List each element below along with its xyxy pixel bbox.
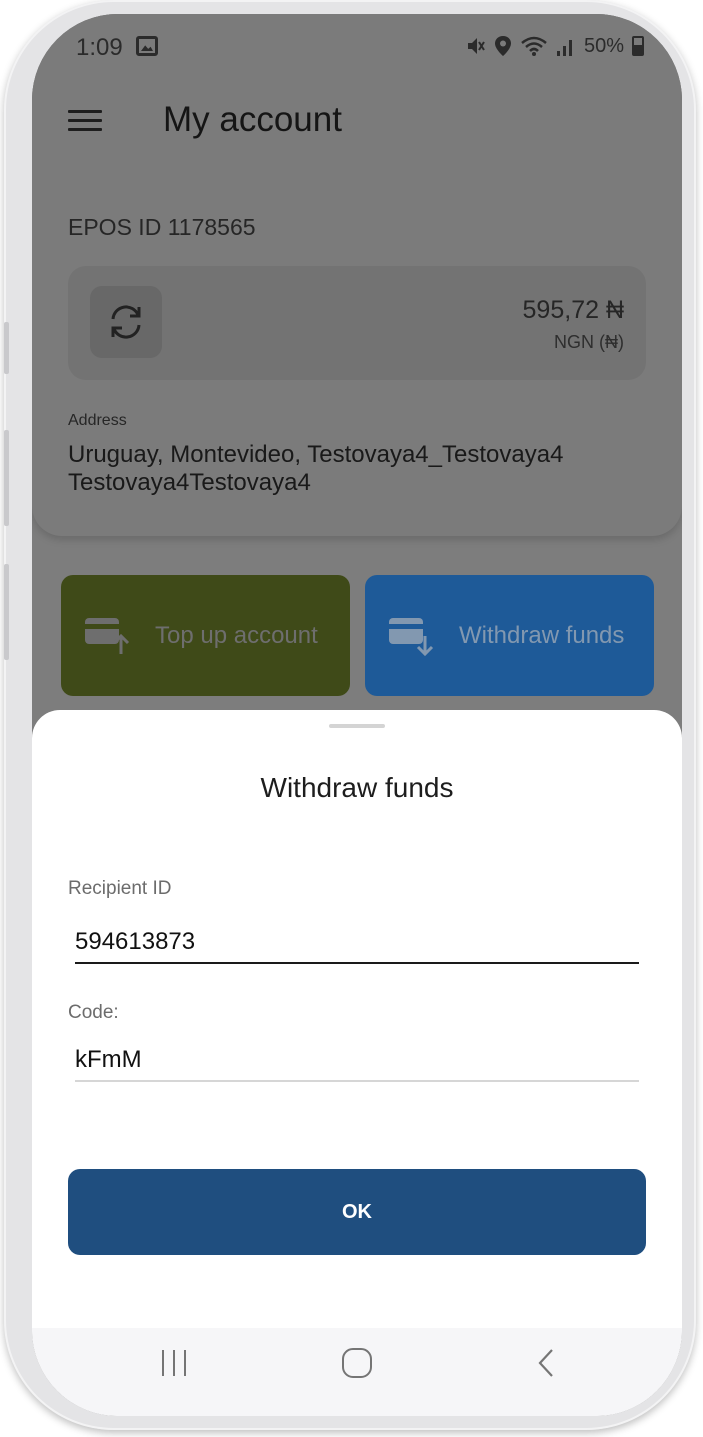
menu-icon[interactable] [68, 108, 102, 132]
battery-level: 50% [583, 35, 624, 57]
balance-currency: NGN (₦) [554, 332, 624, 352]
top-up-account-button[interactable]: Top up account [61, 575, 350, 696]
card-withdraw-icon [389, 617, 434, 656]
refresh-button[interactable] [90, 286, 162, 358]
card-top-up-icon [85, 617, 130, 654]
ok-button[interactable]: OK [68, 1169, 646, 1255]
app-bar: My account [32, 82, 682, 162]
status-icons: 50% [464, 34, 644, 58]
code-input[interactable] [75, 1036, 639, 1082]
side-button [4, 430, 9, 526]
balance-amount: 595,72 ₦ [522, 296, 624, 324]
status-bar: 1:09 50% [32, 14, 682, 82]
recipient-id-label: Recipient ID [68, 878, 172, 899]
wifi-icon [521, 36, 547, 56]
withdraw-label: Withdraw funds [459, 621, 625, 649]
address-label: Address [68, 412, 127, 429]
mute-icon [467, 38, 485, 54]
drag-handle[interactable] [329, 724, 385, 728]
recipient-id-input[interactable] [75, 918, 639, 964]
back-icon[interactable] [534, 1348, 560, 1378]
code-label: Code: [68, 1002, 119, 1023]
battery-icon [632, 36, 644, 56]
side-button [4, 322, 9, 374]
withdraw-funds-button[interactable]: Withdraw funds [365, 575, 654, 696]
signal-icon [556, 40, 572, 56]
page-title: My account [163, 100, 342, 139]
account-header-card: 1:09 50% My account EPOS ID 1178565 595,… [32, 14, 682, 536]
top-up-label: Top up account [155, 621, 318, 649]
refresh-icon [111, 305, 141, 339]
sheet-title: Withdraw funds [260, 772, 454, 803]
status-time: 1:09 [76, 34, 123, 61]
phone-screen: 1:09 50% My account EPOS ID 1178565 595,… [32, 14, 682, 1416]
side-button [4, 564, 9, 660]
phone-frame: 1:09 50% My account EPOS ID 1178565 595,… [4, 0, 696, 1430]
system-nav-bar [32, 1328, 682, 1416]
recent-apps-icon[interactable] [160, 1350, 188, 1376]
home-icon[interactable] [342, 1348, 372, 1378]
location-icon [494, 36, 511, 56]
withdraw-bottom-sheet: Withdraw funds Recipient ID Code: OK [32, 710, 682, 1416]
epos-id: EPOS ID 1178565 [68, 214, 256, 240]
address-value: Uruguay, Montevideo, Testovaya4_Testovay… [68, 441, 564, 496]
gallery-icon [136, 36, 158, 56]
balance-card: 595,72 ₦ NGN (₦) [68, 266, 646, 380]
